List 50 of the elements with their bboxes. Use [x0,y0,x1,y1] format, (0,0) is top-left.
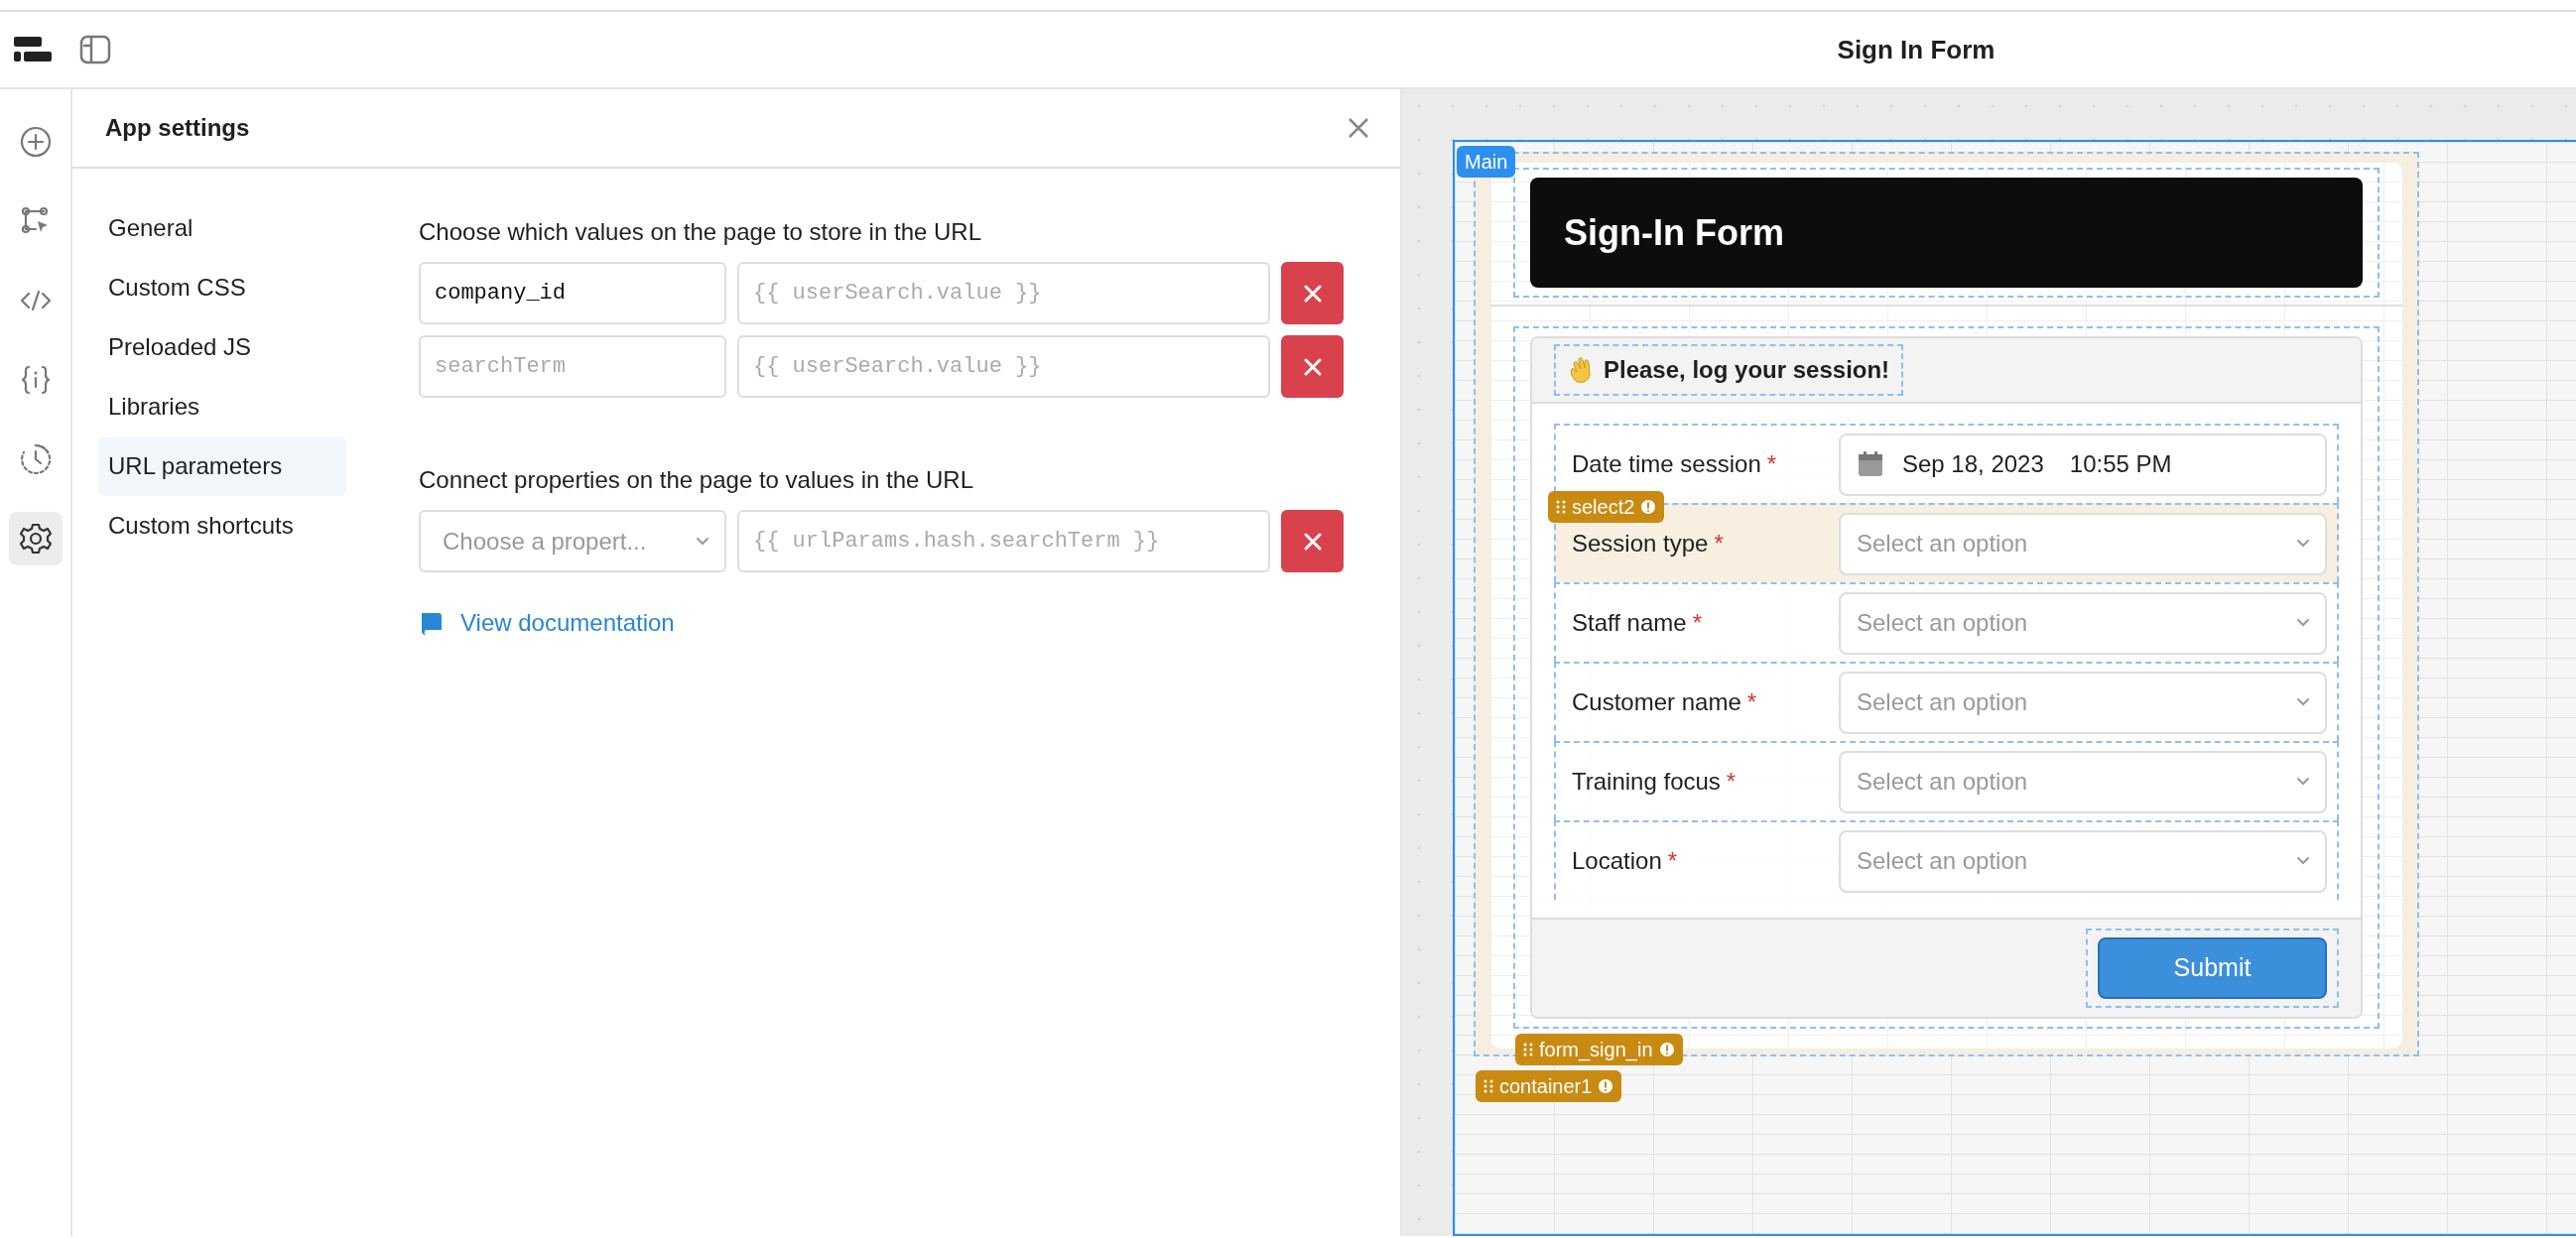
section-heading: Choose which values on the page to store in the URL [419,217,982,247]
param-name-field[interactable]: company_id [419,262,726,324]
logo-icon [14,35,52,64]
select-field[interactable]: Select an option [1839,671,2327,734]
documentation-link[interactable]: View documentation [419,605,675,641]
param-name-field[interactable]: searchTerm [419,335,726,398]
select-field[interactable]: Select an option [1839,829,2327,893]
param-value-field[interactable]: {{ userSearch.value }} [737,262,1270,324]
rail-button[interactable] [8,512,63,565]
field-label: Staff name * [1572,608,1703,638]
header-banner: Sign-In Form [1530,178,2363,288]
submit-button[interactable]: Submit [2098,937,2327,999]
sidebar-toggle-icon[interactable] [79,35,111,64]
frame-tag[interactable]: Main [1457,146,1516,178]
datetime-field[interactable]: Sep 18, 2023 10:55 PM [1839,433,2327,496]
property-select[interactable]: Choose a propert... [419,510,726,572]
field-label: Customer name * [1572,687,1758,717]
warning-icon [1658,1042,1675,1057]
delete-button[interactable] [1281,335,1344,398]
settings-nav-item[interactable]: Libraries [98,377,346,436]
field-label: Location * [1572,846,1679,876]
drag-handle-icon [1556,499,1566,515]
delete-button[interactable] [1281,510,1344,572]
select-field[interactable]: Select an option [1839,591,2327,655]
drag-handle-icon [1523,1042,1533,1057]
settings-nav-item[interactable]: Preloaded JS [98,317,346,377]
section-heading: Connect properties on the page to values in the URL [419,465,975,495]
field-label: Session type * [1572,529,1725,558]
settings-nav-item[interactable]: URL parameters [98,436,346,496]
component-tag[interactable]: container1 [1476,1070,1622,1102]
panel-title: App settings [105,113,250,143]
field-label: Date time session * [1572,449,1778,479]
warning-icon [1640,499,1657,515]
field-label: Training focus * [1572,767,1738,797]
param-value-field[interactable]: {{ userSearch.value }} [737,335,1270,398]
page-title: Sign In Form [1836,33,1996,66]
warning-icon [1598,1078,1614,1094]
select-field[interactable]: Select an option [1839,512,2327,575]
component-tag[interactable]: form_sign_in [1515,1034,1683,1065]
select-field[interactable]: Select an option [1839,750,2327,813]
calendar-icon [1857,450,1884,478]
drag-handle-icon [1483,1078,1493,1094]
form-title: Please, log your session! [1604,355,1890,385]
settings-icon [17,521,54,557]
settings-nav-item[interactable]: Custom CSS [98,258,346,317]
component-tag[interactable]: select2 [1548,491,1665,523]
delete-button[interactable] [1281,262,1344,324]
settings-nav-item[interactable]: General [98,198,346,258]
param-value-field[interactable]: {{ urlParams.hash.searchTerm }} [737,510,1270,572]
settings-nav-item[interactable]: Custom shortcuts [98,496,346,556]
